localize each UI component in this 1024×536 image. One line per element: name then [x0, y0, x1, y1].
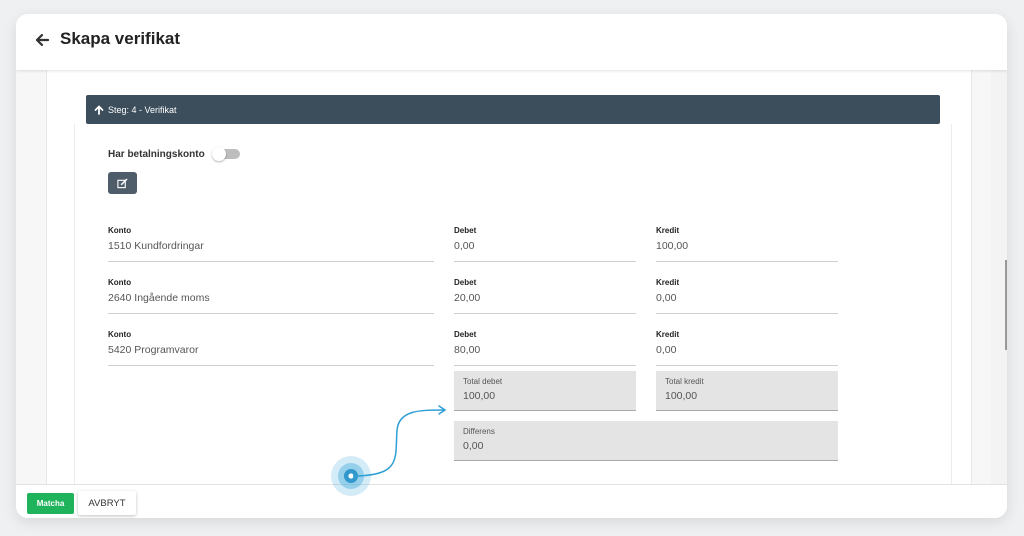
- total-credit-box: Total kredit 100,00: [656, 371, 838, 411]
- account-value: 1510 Kundfordringar: [108, 240, 434, 262]
- total-credit-label: Total kredit: [665, 377, 704, 386]
- account-field[interactable]: Konto 2640 Ingående moms: [108, 278, 434, 314]
- payment-account-toggle[interactable]: [212, 147, 240, 161]
- debit-field[interactable]: Debet 80,00: [454, 330, 636, 366]
- credit-label: Kredit: [656, 330, 680, 339]
- toggle-knob: [212, 147, 226, 161]
- header: Skapa verifikat: [16, 14, 1007, 70]
- credit-label: Kredit: [656, 278, 680, 287]
- footer: Matcha AVBRYT: [16, 484, 1007, 518]
- total-debit-label: Total debet: [463, 377, 503, 386]
- debit-value: 80,00: [454, 344, 636, 366]
- account-value: 2640 Ingående moms: [108, 292, 434, 314]
- match-button[interactable]: Matcha: [27, 493, 74, 514]
- credit-label: Kredit: [656, 226, 680, 235]
- account-label: Konto: [108, 278, 132, 287]
- account-label: Konto: [108, 330, 132, 339]
- scrollbar-thumb[interactable]: [1005, 260, 1007, 350]
- debit-field[interactable]: Debet 0,00: [454, 226, 636, 262]
- total-debit-value: 100,00: [463, 390, 496, 402]
- debit-label: Debet: [454, 330, 477, 339]
- account-field[interactable]: Konto 5420 Programvaror: [108, 330, 434, 366]
- credit-value: 0,00: [656, 292, 838, 314]
- credit-field[interactable]: Kredit 100,00: [656, 226, 838, 262]
- dialog-card: Skapa verifikat Steg: 4 - Verifikat Har …: [16, 14, 1007, 518]
- credit-value: 100,00: [656, 240, 838, 262]
- total-debit-box: Total debet 100,00: [454, 371, 636, 411]
- edit-button[interactable]: [108, 172, 137, 194]
- account-value: 5420 Programvaror: [108, 344, 434, 366]
- step-label: Steg: 4 - Verifikat: [108, 104, 177, 115]
- edit-icon: [117, 178, 128, 188]
- cancel-button[interactable]: AVBRYT: [78, 491, 136, 515]
- content-area: Steg: 4 - Verifikat Har betalningskonto …: [16, 70, 1007, 484]
- debit-label: Debet: [454, 278, 477, 287]
- total-credit-value: 100,00: [665, 390, 698, 402]
- difference-value: 0,00: [463, 440, 484, 452]
- debit-value: 20,00: [454, 292, 636, 314]
- difference-label: Differens: [463, 427, 495, 436]
- account-field[interactable]: Konto 1510 Kundfordringar: [108, 226, 434, 262]
- credit-field[interactable]: Kredit 0,00: [656, 330, 838, 366]
- difference-box: Differens 0,00: [454, 421, 838, 461]
- payment-account-label: Har betalningskonto: [108, 149, 205, 160]
- debit-value: 0,00: [454, 240, 636, 262]
- arrow-up-icon: [94, 105, 104, 115]
- account-label: Konto: [108, 226, 132, 235]
- credit-value: 0,00: [656, 344, 838, 366]
- arrow-left-icon[interactable]: [34, 32, 50, 48]
- debit-field[interactable]: Debet 20,00: [454, 278, 636, 314]
- credit-field[interactable]: Kredit 0,00: [656, 278, 838, 314]
- page-title: Skapa verifikat: [60, 29, 181, 48]
- debit-label: Debet: [454, 226, 477, 235]
- step-header-verifikat[interactable]: Steg: 4 - Verifikat: [86, 95, 940, 124]
